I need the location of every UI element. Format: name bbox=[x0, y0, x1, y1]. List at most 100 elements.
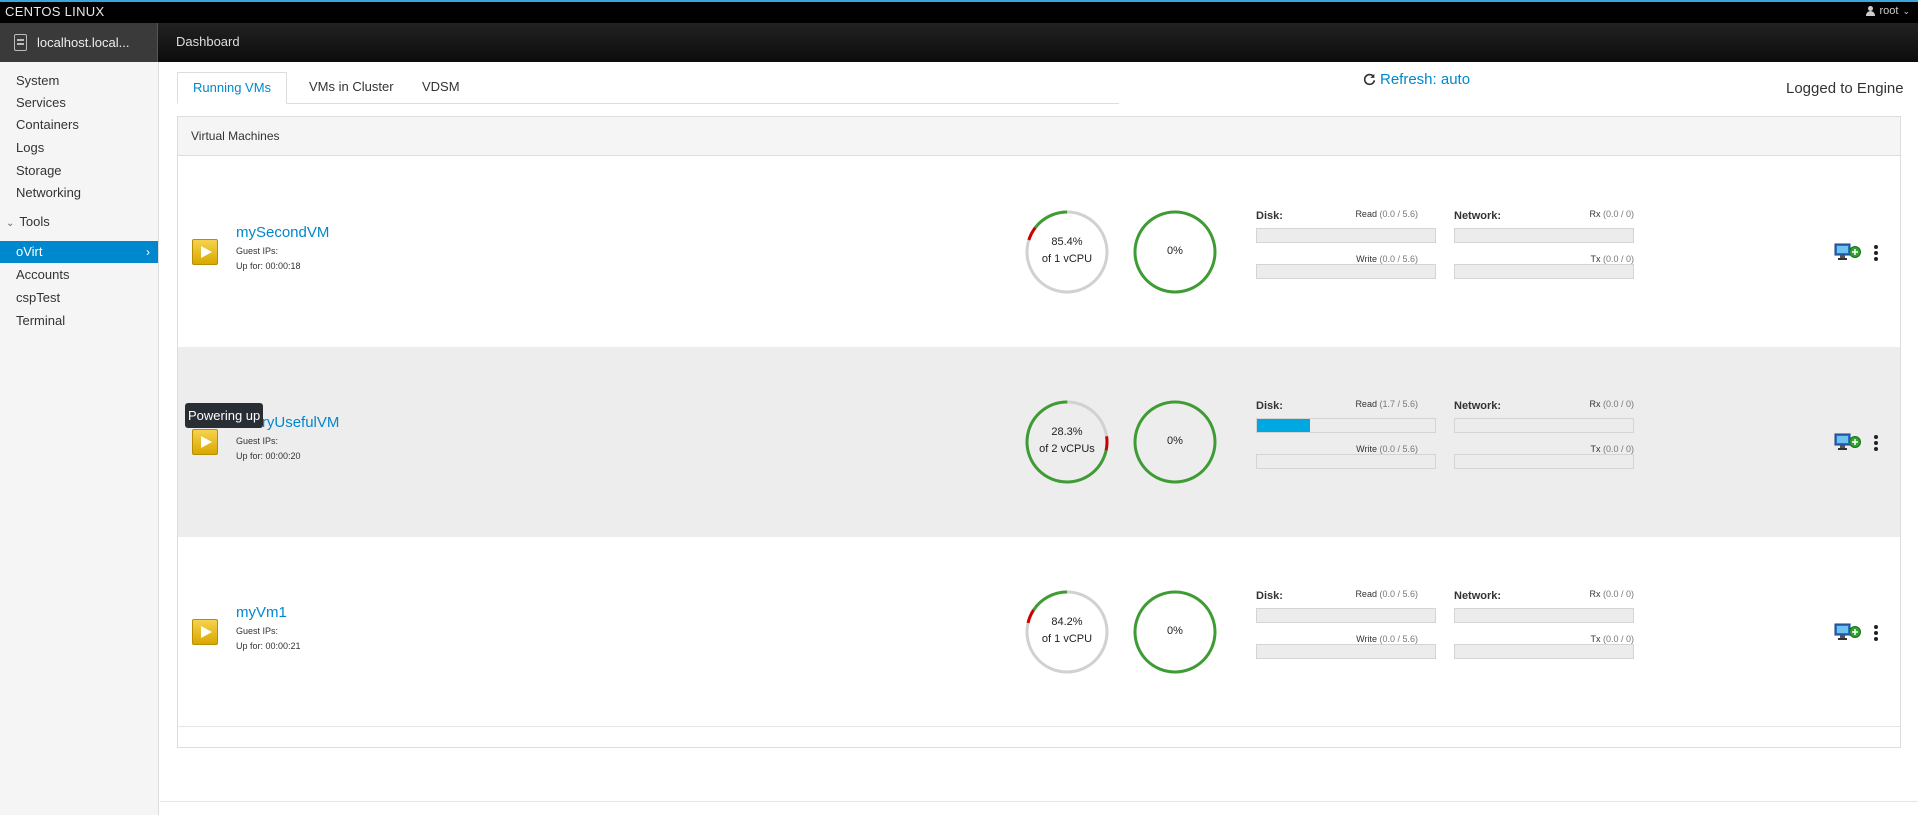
tab-bar: Running VMs VMs in Cluster VDSM bbox=[177, 72, 1119, 104]
server-icon bbox=[14, 34, 27, 51]
divider bbox=[160, 801, 1918, 802]
disk-read-bar bbox=[1256, 228, 1436, 243]
network-tx-bar bbox=[1454, 454, 1634, 469]
cpu-percent: 84.2% bbox=[1051, 616, 1083, 628]
guest-ips-label: Guest IPs: bbox=[236, 626, 279, 636]
disk-write-bar bbox=[1256, 264, 1436, 279]
disk-read-label: Read (1.7 / 5.6) bbox=[1355, 399, 1418, 409]
network-rx-label: Rx (0.0 / 0) bbox=[1589, 209, 1634, 219]
network-label: Network: bbox=[1454, 210, 1502, 222]
sidebar-item-storage[interactable]: Storage bbox=[0, 160, 158, 182]
refresh-label: Refresh: auto bbox=[1380, 71, 1471, 88]
host-name: localhost.local... bbox=[37, 35, 130, 50]
chevron-down-icon: ⌄ bbox=[6, 218, 15, 229]
tab-vdsm[interactable]: VDSM bbox=[407, 72, 475, 104]
sidebar-item-services[interactable]: Services bbox=[0, 92, 158, 114]
uptime-label: Up for: 00:00:20 bbox=[236, 451, 301, 461]
sidebar-item-csptest[interactable]: cspTest bbox=[0, 287, 158, 309]
memory-percent: 0% bbox=[1167, 435, 1183, 447]
cpu-vcpu-label: of 2 vCPUs bbox=[1039, 443, 1095, 455]
sidebar-item-logs[interactable]: Logs bbox=[0, 137, 158, 159]
network-rx-bar bbox=[1454, 608, 1634, 623]
refresh-toggle[interactable]: Refresh: auto bbox=[1363, 71, 1470, 88]
uptime-label: Up for: 00:00:18 bbox=[236, 261, 301, 271]
disk-read-bar bbox=[1256, 608, 1436, 623]
console-icon[interactable] bbox=[1834, 432, 1862, 452]
guest-ips-label: Guest IPs: bbox=[236, 436, 279, 446]
disk-write-label: Write (0.0 / 5.6) bbox=[1356, 444, 1418, 454]
chevron-right-icon: › bbox=[146, 245, 150, 259]
console-icon[interactable] bbox=[1834, 242, 1862, 262]
disk-write-label: Write (0.0 / 5.6) bbox=[1356, 634, 1418, 644]
engine-status: Logged to Engine bbox=[1786, 80, 1904, 97]
sidebar-item-label: Tools bbox=[19, 214, 50, 229]
brand-label: CENTOS LINUX bbox=[5, 4, 105, 19]
network-tx-bar bbox=[1454, 264, 1634, 279]
disk-read-bar bbox=[1256, 418, 1436, 433]
network-rx-bar bbox=[1454, 418, 1634, 433]
cpu-percent: 85.4% bbox=[1051, 236, 1083, 248]
kebab-menu-icon[interactable] bbox=[1874, 245, 1878, 263]
disk-read-label: Read (0.0 / 5.6) bbox=[1355, 209, 1418, 219]
disk-read-label: Read (0.0 / 5.6) bbox=[1355, 589, 1418, 599]
cpu-vcpu-label: of 1 vCPU bbox=[1041, 633, 1093, 645]
sidebar-item-accounts[interactable]: Accounts bbox=[0, 264, 158, 286]
sidebar-item-containers[interactable]: Containers bbox=[0, 114, 158, 136]
sidebar-item-terminal[interactable]: Terminal bbox=[0, 310, 158, 332]
console-icon[interactable] bbox=[1834, 622, 1862, 642]
network-rx-label: Rx (0.0 / 0) bbox=[1589, 399, 1634, 409]
host-selector[interactable]: localhost.local... bbox=[0, 23, 158, 62]
disk-label: Disk: bbox=[1256, 590, 1283, 602]
vm-row: myVm1 Guest IPs: Up for: 00:00:21 84.2% … bbox=[178, 537, 1900, 727]
network-label: Network: bbox=[1454, 590, 1502, 602]
sidebar-item-tools[interactable]: ⌄ Tools bbox=[0, 211, 158, 233]
memory-percent: 0% bbox=[1167, 245, 1183, 257]
uptime-label: Up for: 00:00:21 bbox=[236, 641, 301, 651]
vm-panel: Virtual Machines mySecondVM Guest IPs: U… bbox=[177, 116, 1901, 748]
disk-write-bar bbox=[1256, 644, 1436, 659]
kebab-menu-icon[interactable] bbox=[1874, 435, 1878, 453]
network-tx-label: Tx (0.0 / 0) bbox=[1590, 444, 1634, 454]
disk-label: Disk: bbox=[1256, 210, 1283, 222]
vm-name-link[interactable]: mySecondVM bbox=[236, 224, 329, 241]
user-name: root bbox=[1879, 5, 1899, 17]
play-icon[interactable] bbox=[192, 239, 218, 265]
play-icon[interactable] bbox=[192, 619, 218, 645]
status-tooltip: Powering up bbox=[185, 403, 264, 428]
network-rx-bar bbox=[1454, 228, 1634, 243]
disk-write-label: Write (0.0 / 5.6) bbox=[1356, 254, 1418, 264]
main-content: Running VMs VMs in Cluster VDSM Refresh:… bbox=[160, 62, 1918, 815]
memory-percent: 0% bbox=[1167, 625, 1183, 637]
tab-running-vms[interactable]: Running VMs bbox=[177, 72, 288, 104]
sidebar: System Services Containers Logs Storage … bbox=[0, 62, 159, 815]
network-rx-label: Rx (0.0 / 0) bbox=[1589, 589, 1634, 599]
vm-row: mySecondVM Guest IPs: Up for: 00:00:18 8… bbox=[178, 157, 1900, 347]
chevron-down-icon: ⌄ bbox=[1902, 5, 1910, 16]
network-tx-label: Tx (0.0 / 0) bbox=[1590, 254, 1634, 264]
cpu-vcpu-label: of 1 vCPU bbox=[1041, 253, 1093, 265]
tab-vms-in-cluster[interactable]: VMs in Cluster bbox=[294, 72, 409, 104]
host-bar: localhost.local... Dashboard bbox=[0, 23, 1918, 62]
vm-name-link[interactable]: myVm1 bbox=[236, 604, 287, 621]
network-tx-bar bbox=[1454, 644, 1634, 659]
dashboard-link[interactable]: Dashboard bbox=[176, 34, 240, 49]
user-icon bbox=[1866, 6, 1876, 16]
disk-write-bar bbox=[1256, 454, 1436, 469]
vm-row: aVeryUsefulVM Guest IPs: Up for: 00:00:2… bbox=[178, 347, 1900, 537]
refresh-icon bbox=[1363, 73, 1376, 86]
sidebar-item-system[interactable]: System bbox=[0, 70, 158, 92]
sidebar-item-ovirt[interactable]: oVirt › bbox=[0, 241, 158, 263]
guest-ips-label: Guest IPs: bbox=[236, 246, 279, 256]
network-label: Network: bbox=[1454, 400, 1502, 412]
panel-title: Virtual Machines bbox=[178, 117, 1900, 156]
user-menu[interactable]: root ⌄ bbox=[1866, 5, 1910, 17]
disk-read-bar-fill bbox=[1257, 419, 1311, 432]
disk-label: Disk: bbox=[1256, 400, 1283, 412]
sidebar-item-label: oVirt bbox=[16, 244, 43, 259]
cpu-percent: 28.3% bbox=[1051, 426, 1083, 438]
top-bar: CENTOS LINUX root ⌄ bbox=[0, 0, 1918, 23]
sidebar-item-networking[interactable]: Networking bbox=[0, 182, 158, 204]
network-tx-label: Tx (0.0 / 0) bbox=[1590, 634, 1634, 644]
kebab-menu-icon[interactable] bbox=[1874, 625, 1878, 643]
play-icon[interactable] bbox=[192, 429, 218, 455]
